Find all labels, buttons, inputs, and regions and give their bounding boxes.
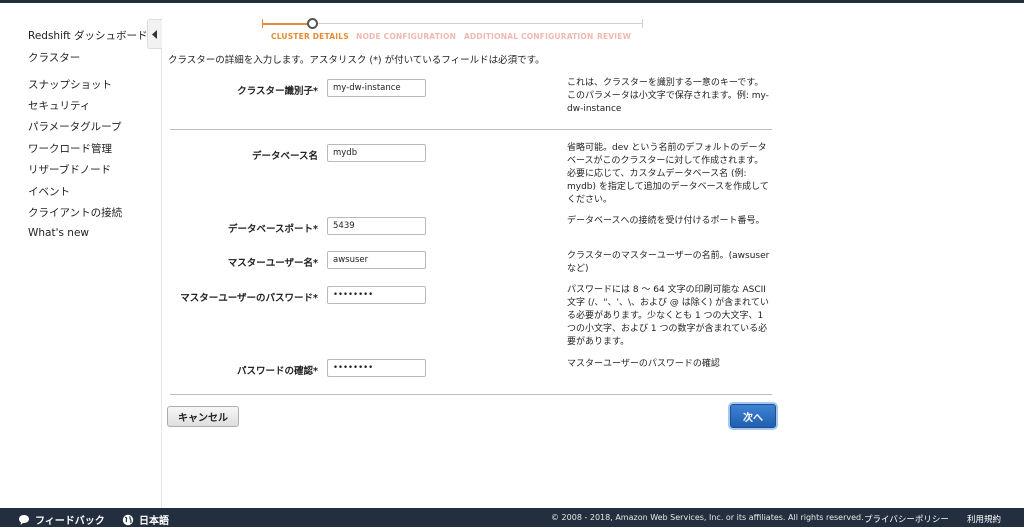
database-name-label: データベース名: [251, 151, 318, 162]
database-port-help: データベースへの接続を受け付けるポート番号。: [567, 216, 765, 226]
sidebar-collapse-button[interactable]: [147, 19, 162, 49]
step-review[interactable]: REVIEW: [597, 32, 631, 41]
globe-icon: [122, 514, 134, 525]
database-name-input[interactable]: [327, 144, 426, 162]
confirm-password-help: マスターユーザーのパスワードの確認: [567, 359, 720, 369]
sidebar-item-dashboard[interactable]: Redshift ダッシュボード: [28, 28, 147, 43]
database-port-input[interactable]: [327, 217, 426, 235]
step-additional-configuration[interactable]: ADDITIONAL CONFIGURATION: [464, 32, 593, 41]
sidebar-item-events[interactable]: イベント: [28, 184, 70, 199]
chevron-left-icon: [152, 29, 157, 39]
cluster-identifier-label: クラスター識別子*: [237, 86, 318, 97]
cancel-button[interactable]: キャンセル: [167, 406, 239, 427]
speech-bubble-icon: [19, 514, 29, 525]
cluster-identifier-input[interactable]: [327, 79, 426, 97]
terms-link[interactable]: 利用規約: [967, 513, 1001, 525]
wizard-steps: CLUSTER DETAILS NODE CONFIGURATION ADDIT…: [262, 16, 652, 46]
sidebar-item-client-connections[interactable]: クライアントの接続: [28, 205, 122, 220]
sidebar-item-reserved-nodes[interactable]: リザーブドノード: [28, 162, 111, 177]
database-name-help: 省略可能。dev という名前のデフォルトのデータベースがこのクラスターに対して作…: [567, 143, 769, 205]
footer: フィードバック 日本語 © 2008 - 2018, Amazon Web Se…: [0, 508, 1024, 527]
sidebar-item-whats-new[interactable]: What's new: [28, 227, 89, 239]
database-port-label: データベースポート*: [228, 224, 318, 235]
sidebar-item-snapshots[interactable]: スナップショット: [28, 77, 112, 92]
cluster-identifier-help: これは、クラスターを識別する一意のキーです。このパラメータは小文字で保存されます…: [567, 78, 769, 114]
master-password-help: パスワードには 8 ～ 64 文字の印刷可能な ASCII 文字 (/、"、'、…: [567, 285, 769, 347]
master-username-input[interactable]: [327, 251, 426, 269]
privacy-policy-link[interactable]: プライバシーポリシー: [864, 513, 949, 525]
master-password-input[interactable]: [327, 286, 426, 304]
sidebar-item-parameter-groups[interactable]: パラメータグループ: [28, 119, 122, 134]
form-intro-text: クラスターの詳細を入力します。アスタリスク (*) が付いているフィールドは必須…: [168, 55, 545, 66]
form-bottom-divider: [170, 394, 772, 395]
copyright-text: © 2008 - 2018, Amazon Web Services, Inc.…: [551, 513, 864, 522]
confirm-password-label: パスワードの確認*: [237, 366, 318, 377]
master-username-label: マスターユーザー名*: [227, 258, 318, 269]
step-cluster-details[interactable]: CLUSTER DETAILS: [271, 32, 349, 41]
current-step-marker: [307, 18, 318, 29]
steps-progress: [262, 23, 313, 25]
next-button[interactable]: 次へ: [730, 404, 776, 428]
sidebar-item-clusters[interactable]: クラスター: [28, 50, 80, 65]
language-selector[interactable]: 日本語: [122, 512, 169, 527]
section-divider: [170, 129, 772, 130]
language-label: 日本語: [139, 516, 169, 527]
sidebar-item-security[interactable]: セキュリティ: [28, 98, 90, 113]
feedback-link[interactable]: フィードバック: [18, 512, 105, 527]
master-password-label: マスターユーザーのパスワード*: [180, 293, 318, 304]
sidebar: Redshift ダッシュボード クラスター スナップショット セキュリティ パ…: [0, 3, 162, 508]
confirm-password-input[interactable]: [327, 359, 426, 377]
steps-end-tick: [642, 19, 643, 28]
steps-start-tick: [262, 19, 263, 28]
steps-track: [262, 23, 643, 24]
step-node-configuration[interactable]: NODE CONFIGURATION: [356, 32, 456, 41]
sidebar-divider: [161, 49, 162, 508]
sidebar-item-workload-management[interactable]: ワークロード管理: [28, 141, 112, 156]
feedback-label: フィードバック: [35, 516, 105, 527]
master-username-help: クラスターのマスターユーザーの名前。(awsuser など): [567, 251, 770, 274]
